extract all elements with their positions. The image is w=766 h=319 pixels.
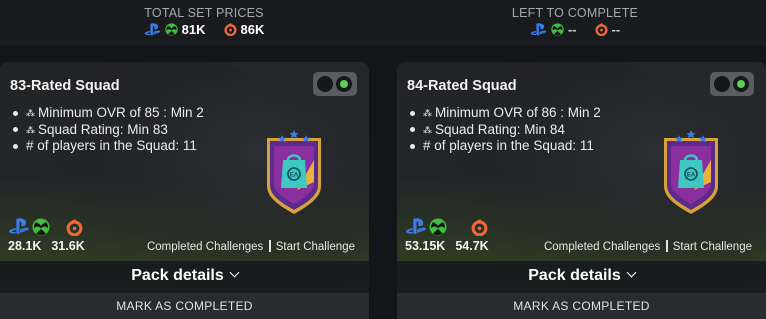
origin-icon xyxy=(224,23,237,36)
playstation-icon xyxy=(405,218,427,236)
challenge-prices: 28.1K 31.6K xyxy=(8,218,85,253)
link-separator xyxy=(268,240,271,252)
mark-as-completed-button[interactable]: MARK AS COMPLETED xyxy=(397,293,766,319)
pack-details-label: Pack details xyxy=(528,267,621,284)
origin-icon xyxy=(595,23,608,36)
xbox-icon xyxy=(165,23,178,36)
requirements-list: ⁂ Minimum OVR of 85 : Min 2 ⁂ Squad Rating… xyxy=(10,105,204,155)
requirement-item: ⁂ Squad Rating: Min 84 xyxy=(407,122,601,139)
chevron-down-icon xyxy=(626,267,637,278)
stars-icon: ⁂ xyxy=(26,108,35,118)
requirement-item: ⁂ Squad Rating: Min 83 xyxy=(10,122,204,139)
left-pc-price: -- xyxy=(611,22,621,37)
xbox-icon xyxy=(32,218,50,236)
left-to-complete: LEFT TO COMPLETE -- -- xyxy=(480,6,670,37)
total-console-price: 81K xyxy=(181,22,206,37)
total-set-prices: TOTAL SET PRICES 81K 86K xyxy=(109,6,299,37)
pack-details-button[interactable]: Pack details xyxy=(0,261,369,293)
requirement-item: # of players in the Squad: 11 xyxy=(407,138,601,155)
requirement-item: # of players in the Squad: 11 xyxy=(10,138,204,155)
stars-icon: ⁂ xyxy=(26,124,35,135)
challenge-prices: 53.15K 54.7K xyxy=(405,218,489,253)
console-price: 53.15K xyxy=(405,239,446,253)
stars-icon: ⁂ xyxy=(423,108,432,118)
challenge-title: 83-Rated Squad xyxy=(10,78,120,94)
total-pc-price: 86K xyxy=(240,22,265,37)
pack-details-button[interactable]: Pack details xyxy=(397,261,766,293)
chevron-down-icon xyxy=(229,267,240,278)
completed-challenges-link[interactable]: Completed Challenges xyxy=(147,241,263,253)
challenge-title: 84-Rated Squad xyxy=(407,78,517,94)
challenge-links: Completed Challenges Start Challenge xyxy=(544,240,752,253)
playstation-icon xyxy=(144,23,161,37)
start-challenge-link[interactable]: Start Challenge xyxy=(276,241,355,253)
challenge-card: 83-Rated Squad ⁂ Minimum OVR of 85 : Min … xyxy=(0,62,369,319)
link-separator xyxy=(665,240,668,252)
origin-icon xyxy=(471,219,488,236)
pc-price: 31.6K xyxy=(51,239,85,253)
requirement-item: ⁂ Minimum OVR of 86 : Min 2 xyxy=(407,105,601,122)
xbox-icon xyxy=(429,218,447,236)
requirements-list: ⁂ Minimum OVR of 86 : Min 2 ⁂ Squad Rating… xyxy=(407,105,601,155)
mark-as-completed-button[interactable]: MARK AS COMPLETED xyxy=(0,293,369,319)
challenge-links: Completed Challenges Start Challenge xyxy=(147,240,355,253)
completed-challenges-link[interactable]: Completed Challenges xyxy=(544,241,660,253)
pack-details-label: Pack details xyxy=(131,267,224,284)
pc-price: 54.7K xyxy=(455,239,489,253)
requirement-item: ⁂ Minimum OVR of 85 : Min 2 xyxy=(10,105,204,122)
completion-toggle[interactable] xyxy=(710,72,754,96)
start-challenge-link[interactable]: Start Challenge xyxy=(673,241,752,253)
challenge-card: 84-Rated Squad ⁂ Minimum OVR of 86 : Min … xyxy=(397,62,766,319)
console-price: 28.1K xyxy=(8,239,42,253)
ea-pack-badge-icon xyxy=(264,130,324,216)
stars-icon: ⁂ xyxy=(423,124,432,135)
playstation-icon xyxy=(8,218,30,236)
xbox-icon xyxy=(551,23,564,36)
playstation-icon xyxy=(530,23,547,37)
left-console-price: -- xyxy=(567,22,577,37)
total-set-prices-title: TOTAL SET PRICES xyxy=(144,6,264,20)
completion-toggle[interactable] xyxy=(313,72,357,96)
origin-icon xyxy=(66,219,83,236)
left-to-complete-title: LEFT TO COMPLETE xyxy=(511,6,639,20)
set-summary-bar: TOTAL SET PRICES 81K 86K LEFT TO COMPLET… xyxy=(0,0,766,46)
ea-pack-badge-icon xyxy=(661,130,721,216)
